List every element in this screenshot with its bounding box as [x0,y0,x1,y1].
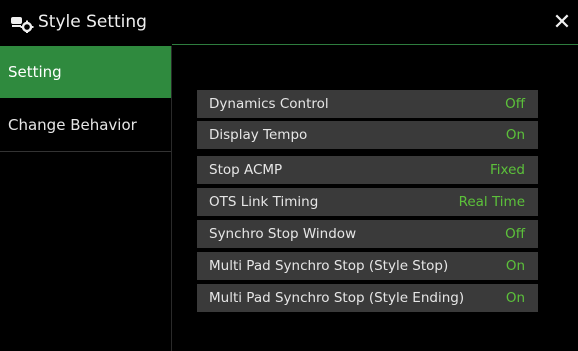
setting-row-ots-link-timing[interactable]: OTS Link Timing Real Time [197,188,538,216]
setting-label: Multi Pad Synchro Stop (Style Ending) [209,290,465,306]
setting-row-multi-pad-style-ending[interactable]: Multi Pad Synchro Stop (Style Ending) On [197,284,538,312]
sidebar-item-change-behavior[interactable]: Change Behavior [0,99,171,151]
setting-row-synchro-stop-window[interactable]: Synchro Stop Window Off [197,220,538,248]
setting-row-dynamics-control[interactable]: Dynamics Control Off [197,90,538,118]
sidebar-item-label: Change Behavior [8,116,137,134]
page-title: Style Setting [38,12,147,32]
setting-label: Display Tempo [209,127,308,143]
setting-row-multi-pad-style-stop[interactable]: Multi Pad Synchro Stop (Style Stop) On [197,252,538,280]
setting-value: Off [505,96,525,112]
sidebar-item-setting[interactable]: Setting [0,46,171,98]
settings-panel: Dynamics Control Off Display Tempo On St… [172,46,578,351]
setting-value: Real Time [458,194,525,210]
sidebar: Setting Change Behavior [0,46,172,351]
setting-value: On [505,290,525,306]
setting-row-stop-acmp[interactable]: Stop ACMP Fixed [197,156,538,184]
setting-label: OTS Link Timing [209,194,319,210]
setting-value: On [505,127,525,143]
setting-label: Dynamics Control [209,96,329,112]
setting-value: On [505,258,525,274]
sidebar-item-label: Setting [8,63,62,81]
close-icon[interactable]: ✕ [549,8,575,38]
setting-row-display-tempo[interactable]: Display Tempo On [197,121,538,149]
setting-value: Off [505,226,525,242]
setting-label: Multi Pad Synchro Stop (Style Stop) [209,258,449,274]
setting-label: Synchro Stop Window [209,226,357,242]
title-divider [172,44,578,45]
title-bar: Style Setting ✕ [0,0,578,46]
style-setting-icon [10,15,34,33]
setting-value: Fixed [490,162,525,178]
setting-label: Stop ACMP [209,162,283,178]
sidebar-divider [0,151,171,152]
